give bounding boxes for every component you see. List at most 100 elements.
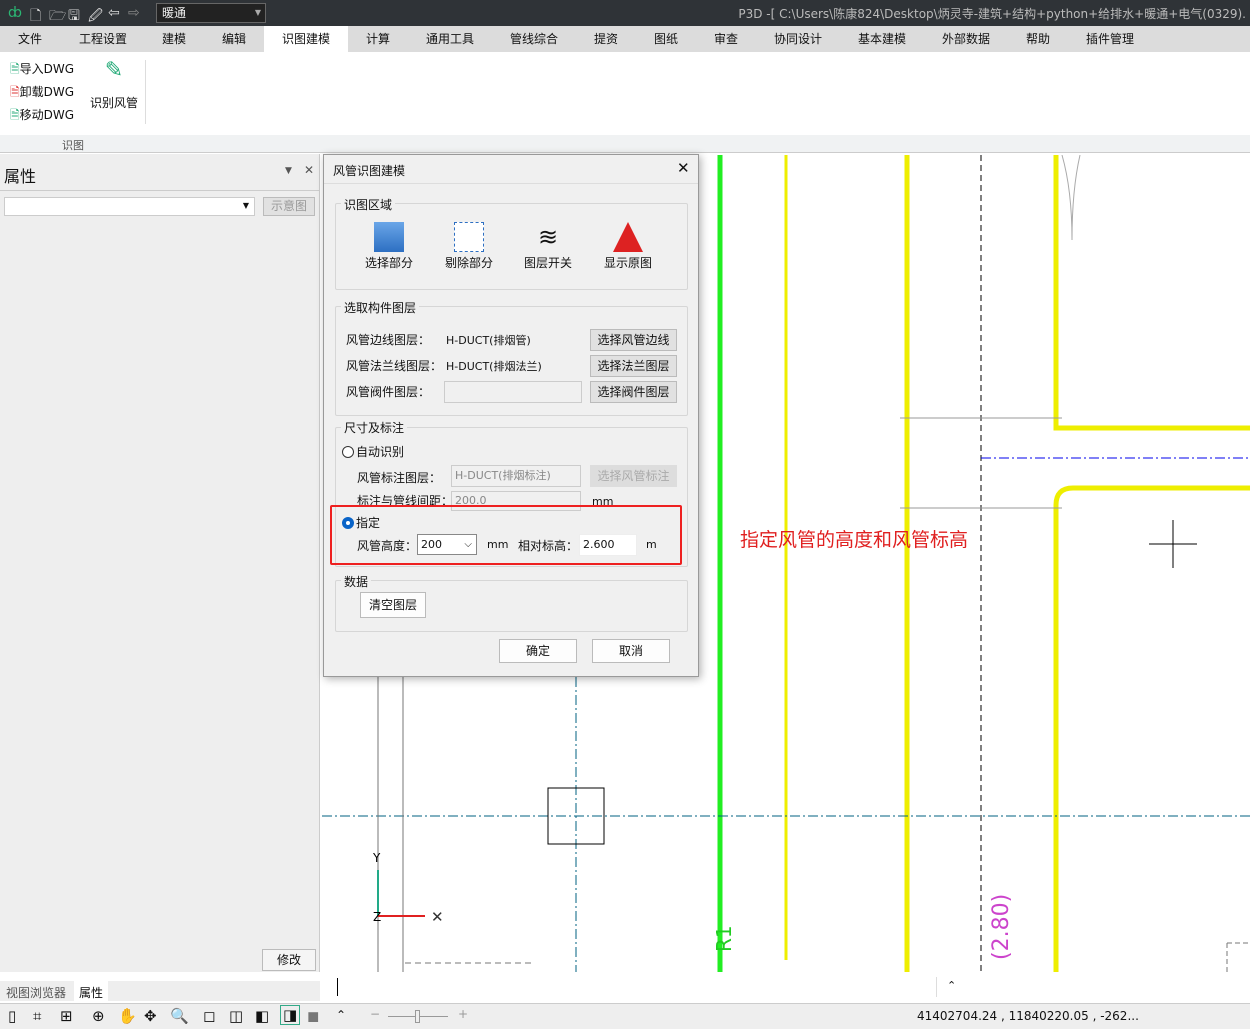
zoom-slider-thumb[interactable] [415, 1010, 420, 1023]
menu-pipeline-integration[interactable]: 管线综合 [494, 26, 574, 52]
select-part-button[interactable]: 选择部分 [362, 218, 416, 276]
close-icon[interactable]: ✕ [304, 163, 314, 177]
import-label: 导入DWG [19, 62, 75, 76]
unload-dwg-button[interactable]: 🗎卸载DWG [10, 83, 74, 104]
valve-layer-field[interactable] [444, 381, 582, 403]
menu-external-data[interactable]: 外部数据 [926, 26, 1006, 52]
data-group-title: 数据 [341, 573, 372, 590]
show-original-button[interactable]: 显示原图 [601, 218, 655, 276]
ribbon-divider [145, 60, 146, 124]
expand-up-icon[interactable]: ⌃ [947, 979, 956, 992]
unload-label: 卸载DWG [19, 85, 75, 99]
select-annot-button[interactable]: 选择风管标注 [590, 465, 677, 487]
zoom-icon[interactable]: 🔍 [170, 1007, 189, 1025]
undo-icon[interactable]: ⇦ [108, 5, 120, 21]
move-label: 移动DWG [19, 108, 75, 122]
ok-button[interactable]: 确定 [499, 639, 577, 663]
layers-icon: ≋ [537, 223, 559, 251]
menu-calculate[interactable]: 计算 [350, 26, 406, 52]
tab-view-browser[interactable]: 视图浏览器 [6, 984, 66, 1001]
menu-file[interactable]: 文件 [2, 26, 58, 52]
window-title: P3D -[ C:\Users\陈康824\Desktop\炳灵寺-建筑+结构+… [738, 7, 1246, 21]
select-cursor-icon [374, 222, 404, 252]
axis-z-label: Z [373, 910, 381, 924]
menu-review[interactable]: 审查 [698, 26, 754, 52]
zoom-in-icon[interactable]: + [458, 1007, 468, 1021]
command-line[interactable]: ⌃ [322, 973, 968, 1001]
autocad-icon [613, 222, 643, 252]
shaded-edges-icon[interactable]: ◨ [280, 1005, 301, 1025]
select-duct-edge-button[interactable]: 选择风管边线 [590, 329, 677, 351]
menu-submit[interactable]: 提资 [578, 26, 634, 52]
cancel-button[interactable]: 取消 [592, 639, 670, 663]
panel-menu-icon[interactable]: ▼ [285, 166, 292, 176]
menu-collaboration[interactable]: 协同设计 [758, 26, 838, 52]
shaded-icon[interactable]: ◧ [255, 1007, 269, 1025]
menu-bar: 文件 工程设置 建模 编辑 识图建模 计算 通用工具 管线综合 提资 图纸 审查… [0, 26, 1250, 52]
ribbon-group-bar: 识图 [0, 135, 1250, 153]
more-up-icon[interactable]: ⌃ [336, 1008, 346, 1022]
frame-icon[interactable]: ⌗ [33, 1007, 41, 1025]
divider [0, 190, 320, 191]
menu-project-settings[interactable]: 工程设置 [63, 26, 143, 52]
menu-general-tools[interactable]: 通用工具 [410, 26, 490, 52]
unload-icon: 🗎 [10, 85, 20, 99]
radio-off [342, 446, 354, 458]
auto-recognize-radio[interactable]: 自动识别 [342, 443, 404, 460]
close-icon[interactable]: ✕ [677, 159, 690, 177]
modify-button[interactable]: 修改 [262, 949, 316, 971]
redo-icon[interactable]: ⇨ [128, 5, 140, 21]
ribbon: 🗎导入DWG 🗎卸载DWG 🗎移动DWG ✎ 识别风管 [0, 52, 1250, 135]
menu-plugin-management[interactable]: 插件管理 [1070, 26, 1150, 52]
ribbon-group-label: 识图 [62, 139, 84, 152]
import-icon: 🗎 [10, 62, 20, 76]
discipline-value: 暖通 [162, 6, 187, 20]
pan-hand-icon[interactable]: ✋ [118, 1007, 137, 1025]
status-bar: ▯ ⌗ ⊞ ⊕ ✋ ✥ 🔍 ◻ ◫ ◧ ◨ ◼ ⌃ − + 41402704.2… [0, 1003, 1250, 1029]
recognize-duct-label: 识别风管 [90, 96, 139, 110]
discipline-select[interactable]: 暖通 ▼ [156, 3, 266, 23]
layer-toggle-button[interactable]: ≋ 图层开关 [521, 218, 575, 276]
import-dwg-button[interactable]: 🗎导入DWG [10, 60, 74, 81]
zoom-out-icon[interactable]: − [370, 1007, 380, 1021]
chevron-down-icon: ▼ [242, 201, 249, 210]
annotation-text: 指定风管的高度和风管标高 [740, 529, 969, 551]
exclude-part-button[interactable]: 剔除部分 [442, 218, 496, 276]
diagram-button[interactable]: 示意图 [263, 197, 315, 216]
duct-edge-layer-value: H-DUCT(排烟管) [446, 334, 531, 347]
orbit-icon[interactable]: ✥ [144, 1007, 157, 1025]
auto-label: 自动识别 [356, 445, 405, 459]
recognize-duct-button[interactable]: ✎ 识别风管 [90, 58, 138, 111]
move-dwg-button[interactable]: 🗎移动DWG [10, 106, 74, 127]
menu-basic-modeling[interactable]: 基本建模 [842, 26, 922, 52]
flange-layer-value: H-DUCT(排烟法兰) [446, 360, 542, 373]
add-view-icon[interactable]: ⊞ [60, 1007, 73, 1025]
menu-edit[interactable]: 编辑 [206, 26, 262, 52]
tab-properties[interactable]: 属性 [74, 981, 109, 1001]
exclude-cursor-icon [454, 222, 484, 252]
clear-layers-button[interactable]: 清空图层 [360, 592, 426, 618]
view-icon[interactable]: ▯ [8, 1007, 16, 1025]
select-valve-layer-button[interactable]: 选择阀件图层 [590, 381, 677, 403]
highlight-box [330, 505, 682, 565]
tool-label: 显示原图 [603, 256, 652, 270]
title-bar: ȸ 🗋 🗁 🖫 🖉 ⇦ ⇨ 暖通 ▼ P3D -[ C:\Users\陈康824\… [0, 0, 1250, 26]
hidden-line-icon[interactable]: ◫ [229, 1007, 243, 1025]
app-logo-icon: ȸ [8, 5, 22, 21]
panel-title: 属性 [4, 167, 37, 186]
select-flange-layer-button[interactable]: 选择法兰图层 [590, 355, 677, 377]
valve-layer-label: 风管阀件图层： [346, 385, 431, 399]
menu-help[interactable]: 帮助 [1010, 26, 1066, 52]
annot-layer-field[interactable]: H-DUCT(排烟标注) [451, 465, 581, 487]
layer-group-title: 选取构件图层 [341, 299, 420, 316]
element-select[interactable]: ▼ [4, 197, 255, 216]
menu-modeling[interactable]: 建模 [146, 26, 202, 52]
wireframe-icon[interactable]: ◻ [203, 1007, 215, 1025]
zoom-extents-icon[interactable]: ⊕ [92, 1007, 105, 1025]
menu-recognition-modeling[interactable]: 识图建模 [264, 26, 349, 52]
axis-y-label: Y [372, 851, 381, 865]
realistic-icon[interactable]: ◼ [307, 1007, 319, 1025]
panel-tabs: 视图浏览器 属性 [0, 981, 320, 1001]
annot-layer-label: 风管标注图层： [357, 471, 442, 485]
menu-drawings[interactable]: 图纸 [638, 26, 694, 52]
